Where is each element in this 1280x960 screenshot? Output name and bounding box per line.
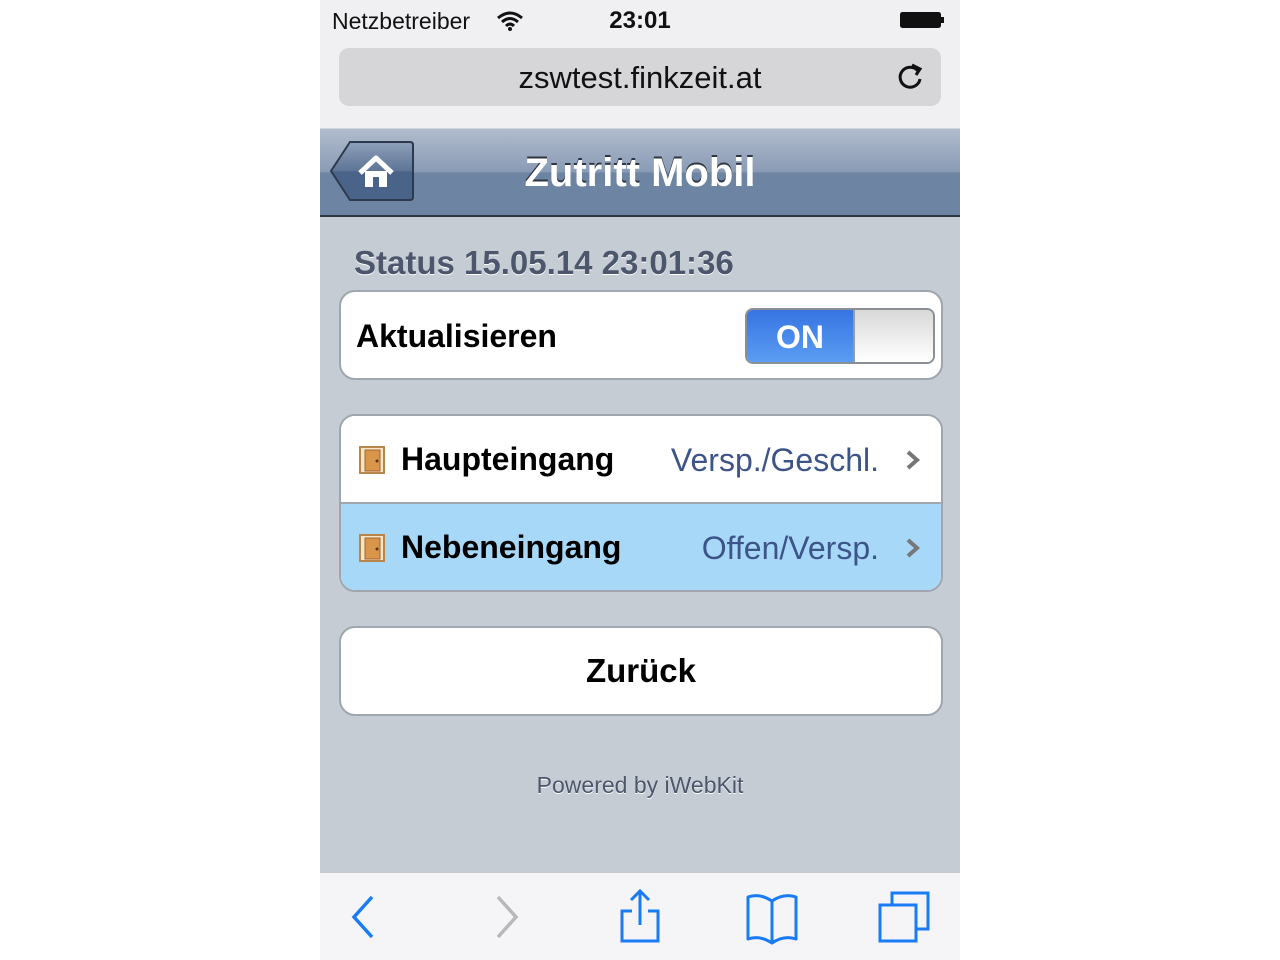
refresh-toggle[interactable]: ON (745, 308, 935, 364)
door-status: Versp./Geschl. (670, 442, 879, 478)
browser-chrome: Netzbetreiber 23:01 zswtest.finkzeit.at (320, 0, 960, 128)
phone-screen: Netzbetreiber 23:01 zswtest.finkzeit.at (320, 0, 960, 960)
door-name: Nebeneingang (401, 529, 622, 565)
refresh-label: Aktualisieren (356, 318, 557, 354)
url-text: zswtest.finkzeit.at (518, 60, 762, 95)
list-item-nebeneingang[interactable]: Nebeneingang Offen/Versp. (341, 504, 941, 590)
door-name: Haupteingang (401, 441, 615, 477)
tabs-icon[interactable] (874, 887, 934, 947)
clock: 23:01 (609, 7, 671, 34)
back-button-label: Zurück (585, 652, 697, 689)
refresh-group: Aktualisieren ON (339, 290, 943, 380)
forward-arrow-icon[interactable] (476, 887, 536, 947)
back-arrow-icon[interactable] (334, 887, 394, 947)
door-icon (359, 534, 385, 562)
bookmarks-icon[interactable] (742, 887, 802, 947)
powered-by-footer: Powered by iWebKit (536, 772, 744, 798)
chevron-right-icon (906, 538, 921, 558)
share-icon[interactable] (610, 887, 670, 947)
back-button[interactable]: Zurück (339, 626, 943, 716)
list-item-haupteingang[interactable]: Haupteingang Versp./Geschl. (341, 416, 941, 504)
nav-bar: Zutritt Mobil (320, 128, 960, 217)
status-timestamp: Status 15.05.14 23:01:36 (354, 244, 734, 281)
doors-list: Haupteingang Versp./Geschl. Nebeneingang… (339, 414, 943, 592)
battery-icon (900, 12, 944, 28)
address-bar[interactable]: zswtest.finkzeit.at (339, 48, 941, 106)
browser-toolbar (320, 872, 960, 960)
toggle-knob[interactable] (853, 310, 933, 362)
door-icon (359, 446, 385, 474)
chevron-right-icon (906, 450, 921, 470)
door-status: Offen/Versp. (701, 530, 879, 566)
page-title: Zutritt Mobil (524, 151, 756, 195)
toggle-on-label: ON (747, 310, 853, 362)
reload-icon[interactable] (894, 61, 926, 93)
